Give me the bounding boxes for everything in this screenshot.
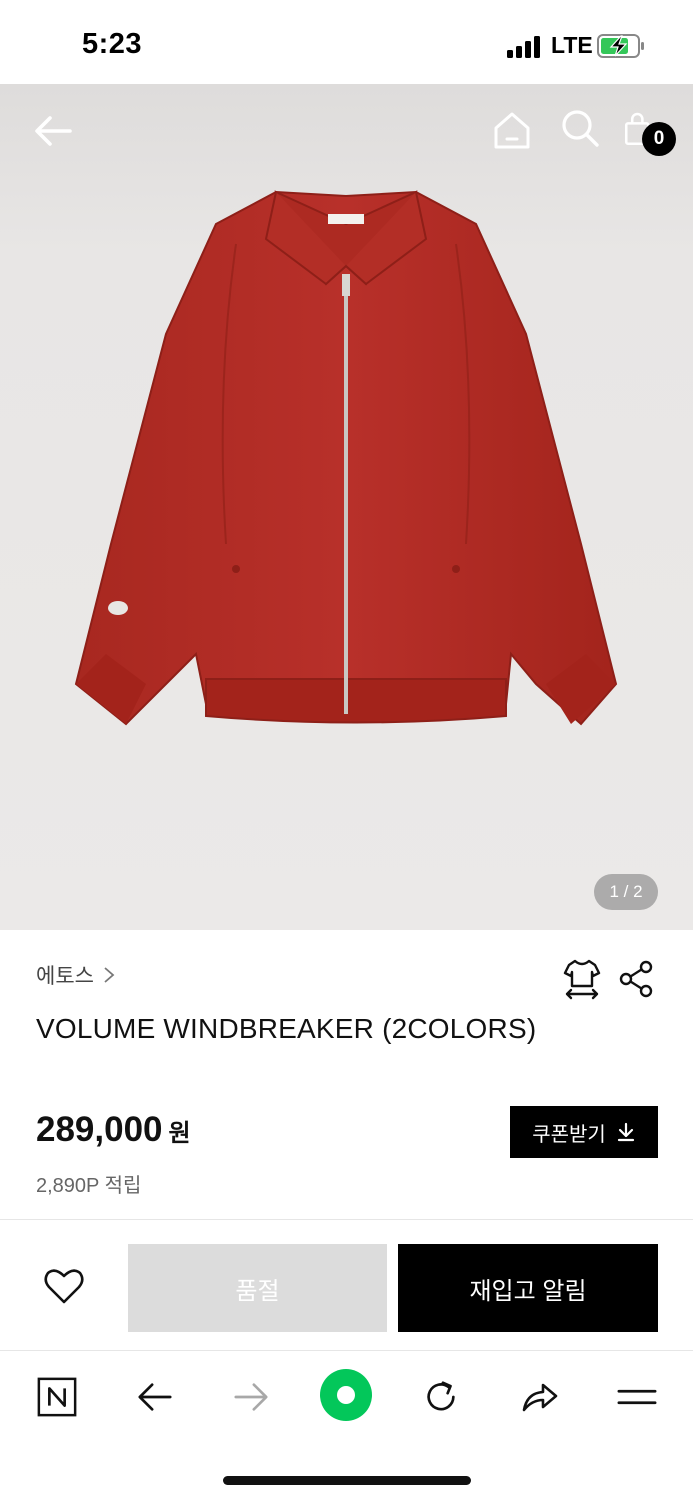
cart-count-badge: 0 (642, 122, 676, 156)
home-icon[interactable] (490, 108, 534, 152)
coupon-label: 쿠폰받기 (532, 1123, 606, 1146)
menu-button[interactable] (612, 1375, 662, 1419)
size-guide-icon[interactable] (562, 958, 602, 1000)
product-image-gallery[interactable]: 0 1 / 2 (0, 84, 693, 930)
reward-points: 2,890P 적립 (36, 1175, 142, 1197)
menu-icon (617, 1389, 657, 1405)
page-indicator: 1 / 2 (594, 874, 658, 910)
product-title: VOLUME WINDBREAKER (2COLORS) (36, 1013, 537, 1044)
search-icon[interactable] (558, 106, 602, 150)
forward-icon (234, 1383, 268, 1411)
share-page-button[interactable] (514, 1375, 564, 1419)
brand-name: 에토스 (36, 965, 94, 988)
coupon-download-button[interactable]: 쿠폰받기 (510, 1106, 658, 1158)
brand-link[interactable]: 에토스 (36, 960, 116, 990)
naver-home-button[interactable] (32, 1375, 82, 1419)
product-photo (74, 190, 618, 726)
cart-button[interactable]: 0 (618, 106, 678, 162)
share-icon[interactable] (618, 960, 654, 998)
green-dot-icon (320, 1369, 372, 1421)
share-arrow-icon (522, 1383, 558, 1412)
green-dot-button[interactable] (318, 1367, 374, 1423)
chevron-right-icon (104, 967, 115, 983)
browser-forward-button[interactable] (226, 1375, 276, 1419)
signal-bars-icon (507, 36, 540, 58)
back-icon (138, 1383, 172, 1411)
status-time: 5:23 (82, 28, 143, 60)
reload-button[interactable] (416, 1375, 466, 1419)
soldout-button[interactable]: 품절 (128, 1244, 387, 1332)
status-bar: 5:23 LTE (0, 0, 693, 84)
divider (0, 1219, 693, 1220)
price-currency: 원 (168, 1120, 191, 1147)
back-arrow-icon[interactable] (30, 108, 76, 154)
naver-n-icon (37, 1377, 77, 1417)
heart-icon[interactable] (40, 1262, 88, 1310)
download-icon (617, 1122, 634, 1142)
price-value: 289,000 (36, 1110, 163, 1149)
reload-icon (427, 1381, 455, 1411)
network-type: LTE (551, 32, 593, 58)
battery-charging-icon (597, 34, 644, 58)
restock-alert-button[interactable]: 재입고 알림 (398, 1244, 658, 1332)
price-row: 289,000 원 (36, 1110, 191, 1150)
browser-back-button[interactable] (130, 1375, 180, 1419)
home-indicator (223, 1476, 471, 1485)
